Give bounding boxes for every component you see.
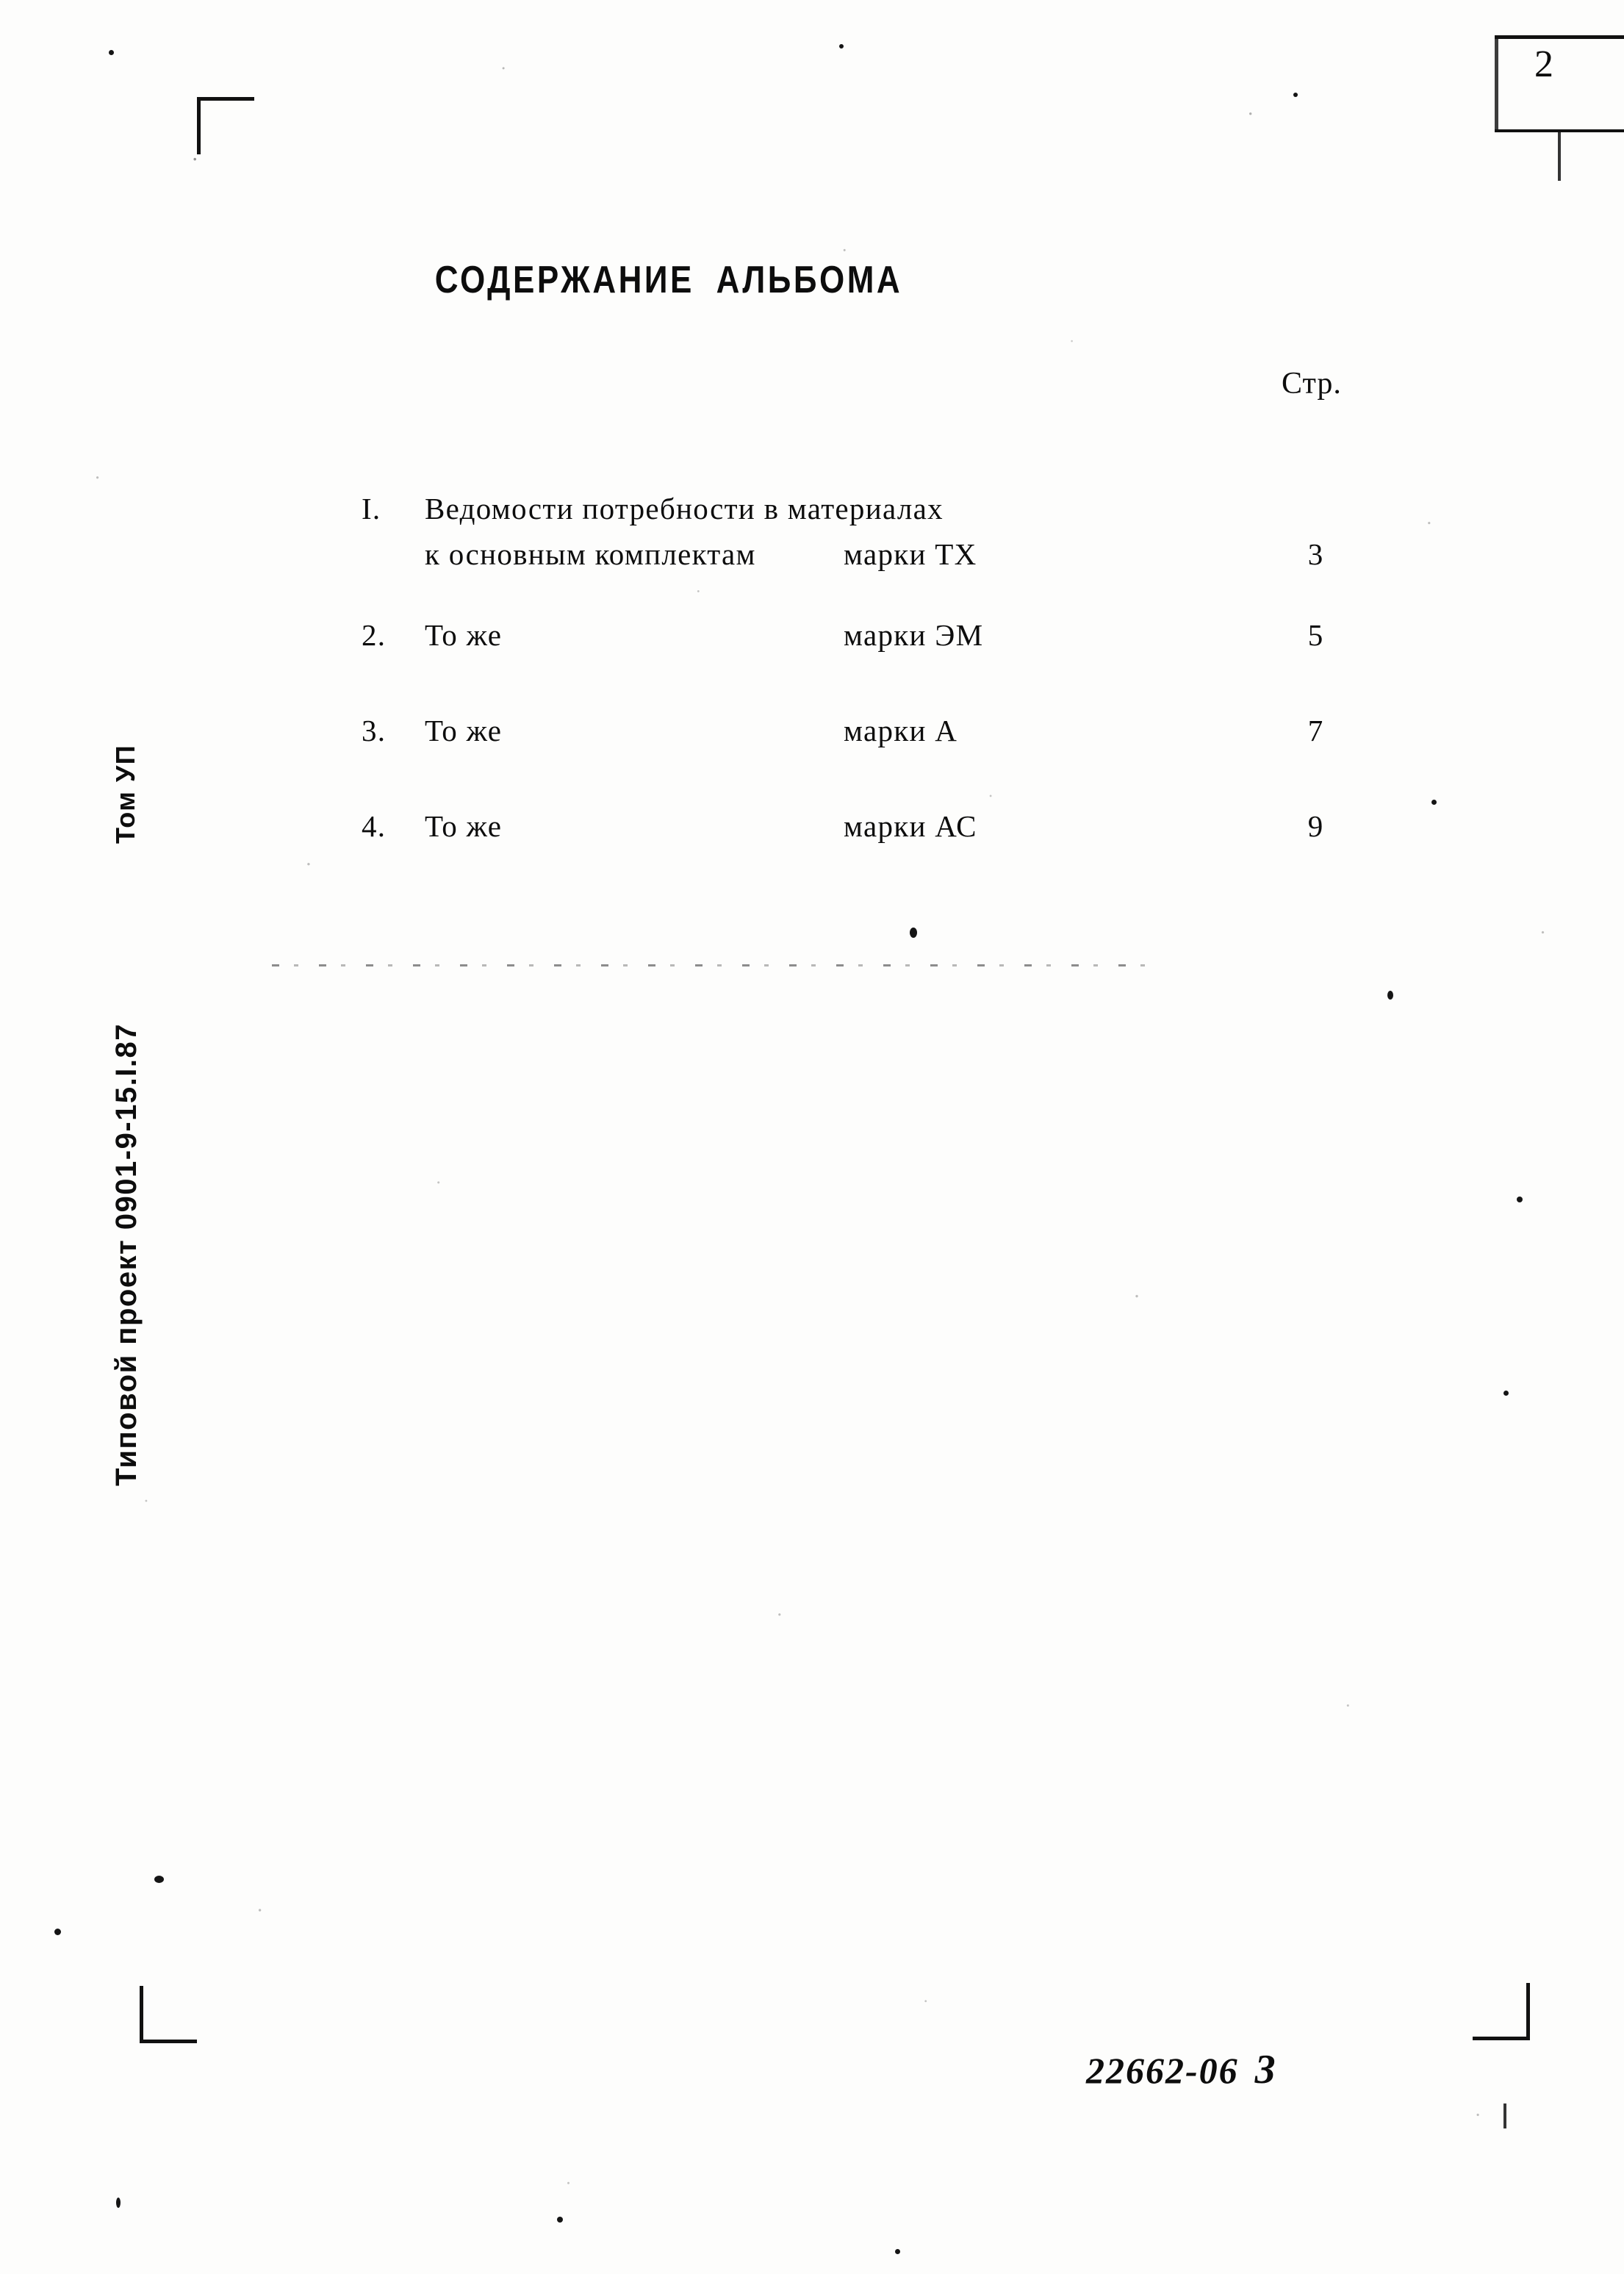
toc-entry-page: 7 bbox=[1307, 714, 1323, 747]
toc-entry: 3. То же марки А 7 bbox=[0, 713, 1624, 808]
speck bbox=[910, 928, 917, 938]
speck bbox=[116, 2198, 121, 2208]
speck bbox=[154, 1876, 164, 1883]
toc-entry-mark: марки А bbox=[844, 714, 958, 747]
toc-entry-label-continued: к основным комплектам bbox=[425, 537, 756, 571]
page-number: 2 bbox=[1534, 43, 1554, 85]
speck bbox=[839, 44, 844, 49]
speck bbox=[895, 2249, 900, 2254]
speck bbox=[557, 2217, 563, 2223]
toc-entry: I. Ведомости потребности в материалах к … bbox=[0, 491, 1624, 617]
page-box-left-rule bbox=[1495, 35, 1498, 129]
page-box-tick-mark bbox=[1558, 131, 1561, 181]
scanned-document-page: 2 СОДЕРЖАНИЕ АЛЬБОМА Стр. I. Ведомости п… bbox=[0, 0, 1624, 2274]
column-header-page: Стр. bbox=[1282, 367, 1342, 401]
crop-mark-top-left bbox=[197, 97, 254, 154]
speck bbox=[54, 1929, 61, 1935]
page-number-box: 2 bbox=[1495, 19, 1624, 181]
speck bbox=[1517, 1197, 1523, 1202]
margin-project-imprint: Типовой проект 0901-9-15.I.87 bbox=[110, 1023, 143, 1486]
archive-stamp-copy-number: 3 bbox=[1254, 2047, 1277, 2092]
scan-artifact-line bbox=[272, 964, 1146, 966]
toc-entry-mark: марки ЭМ bbox=[844, 618, 984, 652]
margin-tick-bottom-right bbox=[1503, 2103, 1506, 2128]
scan-grain-overlay bbox=[0, 0, 1624, 2274]
toc-entry-label: То же bbox=[425, 618, 503, 652]
toc-entry-mark: марки ТХ bbox=[844, 537, 977, 571]
toc-entry-number: 3. bbox=[362, 714, 387, 747]
toc-entry-mark: марки АС bbox=[844, 809, 977, 843]
speck bbox=[1387, 991, 1393, 1000]
crop-mark-bottom-right bbox=[1473, 1983, 1530, 2040]
toc-entry: 2. То же марки ЭМ 5 bbox=[0, 617, 1624, 713]
toc-entry-label: Ведомости потребности в материалах bbox=[425, 492, 944, 526]
toc-entry-page: 5 bbox=[1307, 618, 1323, 652]
toc-entry-page: 3 bbox=[1307, 537, 1323, 571]
speck bbox=[1431, 800, 1437, 805]
toc-entry-number: 4. bbox=[362, 809, 387, 843]
toc-entry-page: 9 bbox=[1307, 809, 1323, 843]
page-box-top-rule bbox=[1495, 35, 1624, 39]
toc-entry: 4. То же марки АС 9 bbox=[0, 808, 1624, 904]
toc-entry-label: То же bbox=[425, 714, 503, 747]
margin-volume-imprint: Том УП bbox=[110, 744, 140, 844]
crop-mark-bottom-left bbox=[140, 1986, 197, 2043]
speck bbox=[1293, 93, 1298, 97]
toc-entry-label: То же bbox=[425, 809, 503, 843]
page-title: СОДЕРЖАНИЕ АЛЬБОМА bbox=[434, 259, 903, 301]
speck bbox=[1503, 1391, 1509, 1396]
toc-entry-number: I. bbox=[362, 492, 381, 526]
speck bbox=[109, 50, 114, 55]
toc-entry-number: 2. bbox=[362, 618, 387, 652]
table-of-contents: I. Ведомости потребности в материалах к … bbox=[0, 491, 1624, 904]
archive-stamp: 22662-06 3 bbox=[1086, 2046, 1277, 2093]
archive-stamp-code: 22662-06 bbox=[1086, 2050, 1239, 2091]
